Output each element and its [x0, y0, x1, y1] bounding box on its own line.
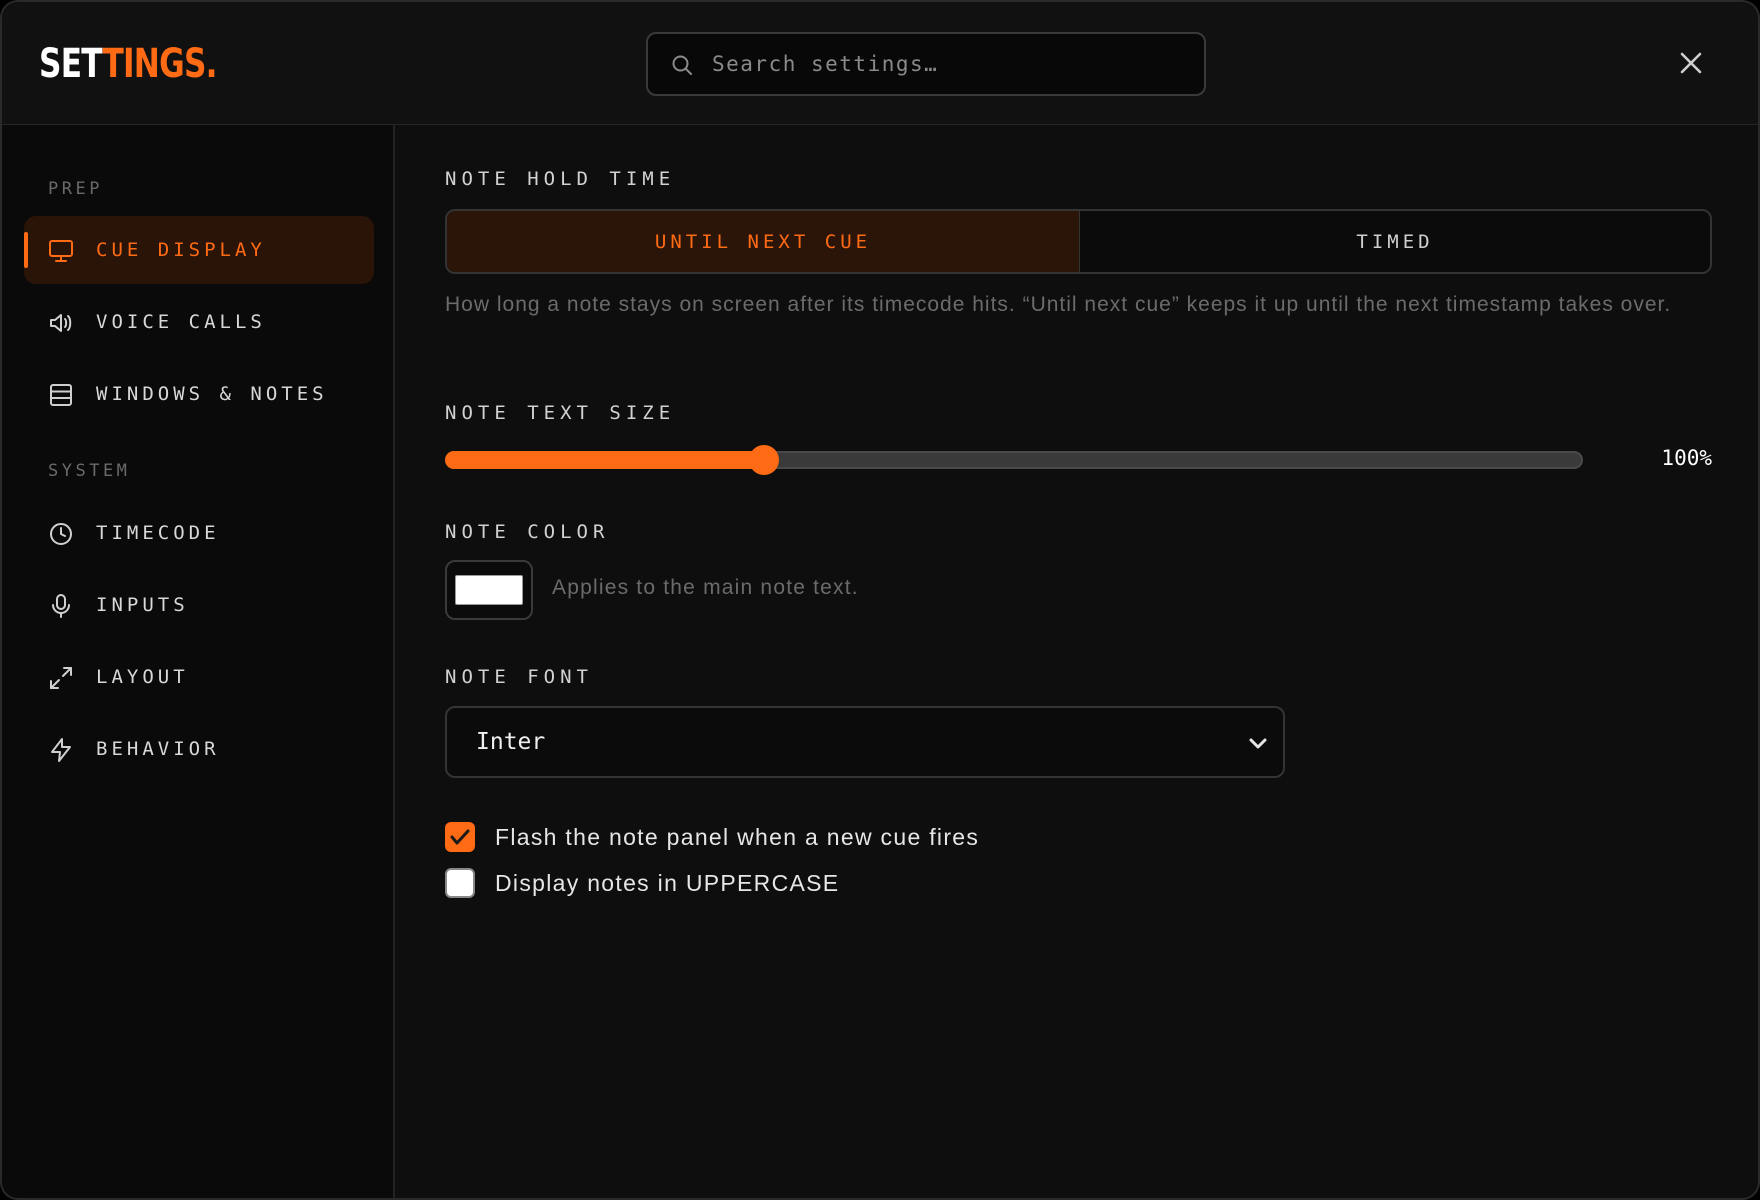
sidebar-item-voice-calls[interactable]: VOICE CALLS: [24, 288, 374, 356]
uppercase-checkbox[interactable]: [445, 868, 475, 898]
sidebar-item-windows-notes[interactable]: WINDOWS & NOTES: [24, 360, 374, 428]
slider-fill: [445, 451, 764, 469]
search-icon: [672, 55, 692, 75]
header: SETTINGS.: [2, 2, 1758, 125]
option-timed[interactable]: TIMED: [1079, 211, 1710, 272]
clock-icon: [50, 523, 72, 545]
lightning-icon: [51, 738, 71, 762]
flash-panel-checkbox[interactable]: [445, 822, 475, 852]
selected-font: Inter: [476, 729, 546, 755]
sidebar-item-label: VOICE CALLS: [96, 311, 266, 333]
flash-panel-label: Flash the note panel when a new cue fire…: [495, 824, 980, 850]
note-color-picker[interactable]: [445, 560, 533, 620]
sidebar-item-layout[interactable]: LAYOUT: [24, 643, 374, 711]
sidebar-item-label: TIMECODE: [96, 522, 220, 544]
search-input[interactable]: [712, 34, 1192, 94]
sidebar-item-label: INPUTS: [96, 594, 189, 616]
sidebar-item-label: WINDOWS & NOTES: [96, 383, 328, 405]
uppercase-label: Display notes in UPPERCASE: [495, 870, 840, 896]
color-swatch: [455, 575, 523, 605]
slider-thumb[interactable]: [748, 445, 779, 475]
logo-text-orange: TINGS.: [102, 41, 217, 87]
settings-content: NOTE HOLD TIME UNTIL NEXT CUE TIMED How …: [395, 125, 1758, 1198]
logo-text-white: SET: [39, 41, 103, 87]
speaker-icon: [50, 314, 72, 332]
note-color-hint: Applies to the main note text.: [552, 576, 859, 599]
note-font-select[interactable]: Inter: [445, 706, 1285, 778]
hold-time-toggle: UNTIL NEXT CUE TIMED: [445, 209, 1712, 274]
search-box[interactable]: [646, 32, 1206, 96]
hold-time-label: NOTE HOLD TIME: [445, 168, 676, 190]
close-button[interactable]: [1672, 44, 1710, 82]
sidebar-item-label: BEHAVIOR: [96, 738, 220, 760]
layers-icon: [50, 384, 72, 406]
note-font-label: NOTE FONT: [445, 666, 593, 688]
sidebar-item-timecode[interactable]: TIMECODE: [24, 499, 374, 567]
sidebar: PREP CUE DISPLAY VOICE CALLS WINDOWS & N…: [2, 125, 395, 1198]
sidebar-item-behavior[interactable]: BEHAVIOR: [24, 715, 374, 783]
sidebar-item-label: CUE DISPLAY: [96, 239, 266, 261]
microphone-icon: [52, 594, 70, 618]
sidebar-section-prep: PREP: [48, 179, 103, 199]
sidebar-item-label: LAYOUT: [96, 666, 189, 688]
monitor-icon: [49, 240, 73, 262]
expand-icon: [50, 667, 72, 689]
close-icon: [1680, 52, 1702, 74]
checkmark-icon: [450, 829, 470, 845]
text-size-value: 100%: [1661, 446, 1712, 470]
settings-window: SETTINGS. PREP CUE DISPLAY VOICE CAL: [0, 0, 1760, 1200]
option-until-next-cue[interactable]: UNTIL NEXT CUE: [447, 211, 1079, 272]
sidebar-item-inputs[interactable]: INPUTS: [24, 571, 374, 639]
note-color-label: NOTE COLOR: [445, 521, 610, 543]
app-logo: SETTINGS.: [39, 36, 217, 92]
sidebar-item-cue-display[interactable]: CUE DISPLAY: [24, 216, 374, 284]
chevron-down-icon: [1249, 738, 1267, 749]
sidebar-section-system: SYSTEM: [48, 461, 131, 481]
text-size-label: NOTE TEXT SIZE: [445, 402, 676, 424]
hold-time-help: How long a note stays on screen after it…: [445, 293, 1672, 316]
text-size-slider[interactable]: [445, 445, 1583, 475]
